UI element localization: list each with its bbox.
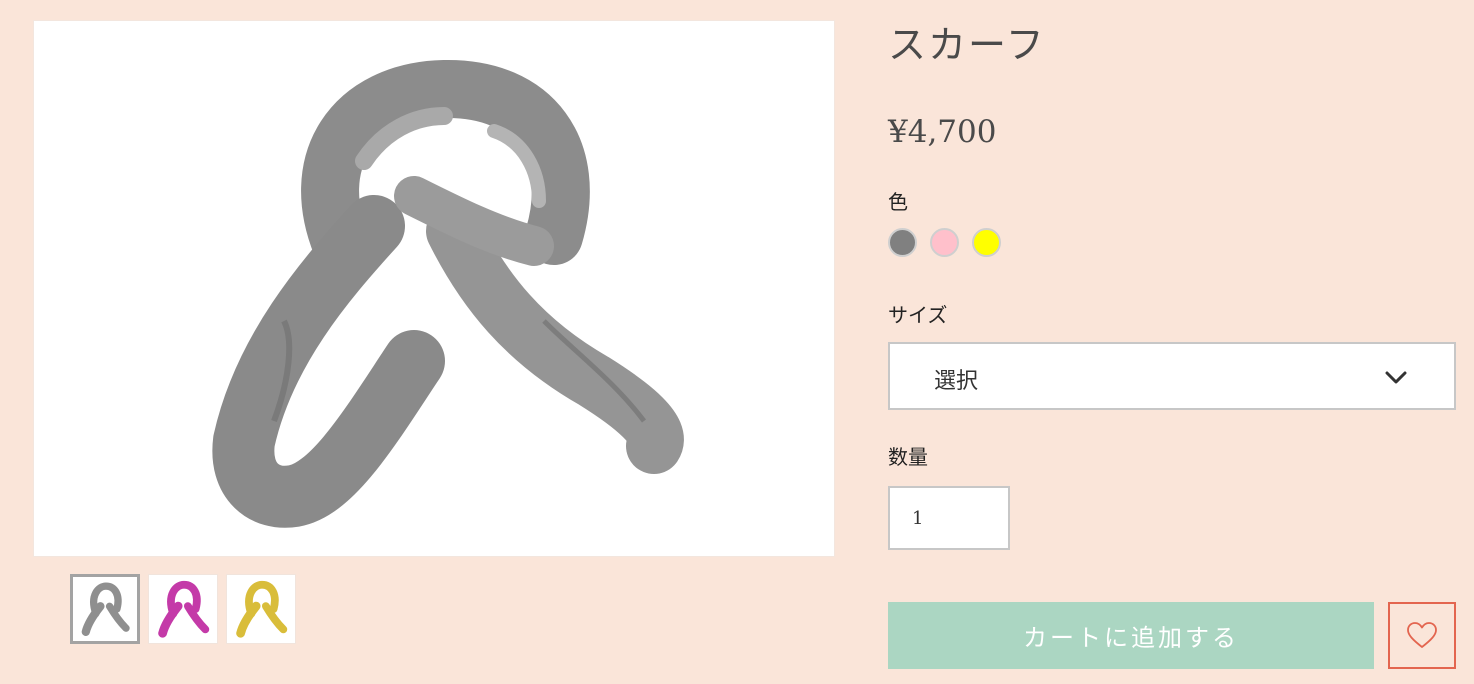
gray-scarf-thumbnail: [81, 582, 130, 636]
color-swatch-pink[interactable]: [930, 228, 959, 257]
thumbnail-yellow[interactable]: [226, 574, 296, 644]
thumbnail-gray[interactable]: [70, 574, 140, 644]
product-price: ¥4,700: [888, 114, 997, 150]
product-title: スカーフ: [888, 23, 1046, 67]
color-swatch-yellow[interactable]: [972, 228, 1001, 257]
size-select-value: 選択: [934, 369, 979, 394]
size-select[interactable]: 選択: [888, 342, 1456, 410]
color-swatch-gray[interactable]: [888, 228, 917, 257]
thumbnail-strip: [70, 574, 296, 644]
magenta-scarf-thumbnail: [158, 580, 210, 638]
product-main-image: [33, 20, 835, 557]
size-label: サイズ: [888, 303, 948, 327]
quantity-input[interactable]: [888, 486, 1010, 550]
heart-icon: [1407, 621, 1437, 648]
gray-scarf-image: [212, 60, 684, 528]
chevron-down-icon: [1385, 371, 1407, 384]
thumbnail-magenta[interactable]: [148, 574, 218, 644]
yellow-scarf-thumbnail: [236, 580, 288, 638]
quantity-label: 数量: [888, 445, 928, 469]
wishlist-button[interactable]: [1388, 602, 1456, 669]
color-label: 色: [888, 190, 908, 214]
add-to-cart-button[interactable]: カートに追加する: [888, 602, 1374, 669]
color-swatches: [888, 228, 1001, 257]
